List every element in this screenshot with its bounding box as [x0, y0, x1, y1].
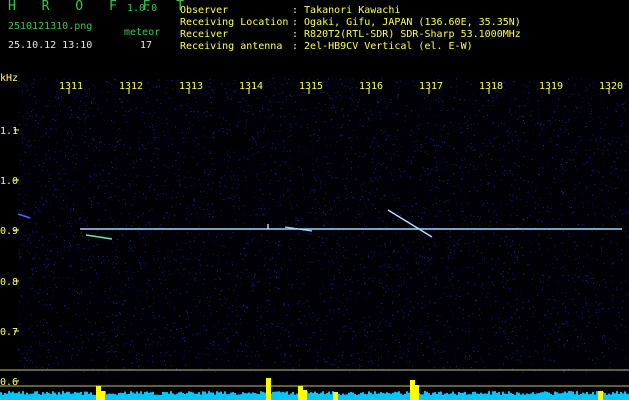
spectrum-peak [333, 392, 338, 400]
time-tick-label: 1311 [59, 81, 83, 92]
time-tick-label: 1316 [359, 81, 383, 92]
spectrum-peak [266, 378, 271, 400]
freq-tick-label: 1.0 [0, 176, 18, 187]
spectrum-peak [414, 385, 419, 400]
time-tick-label: 1312 [119, 81, 143, 92]
time-tick-label: 1317 [419, 81, 443, 92]
y-axis-unit: kHz [0, 73, 19, 84]
time-tick-label: 1319 [539, 81, 563, 92]
spectrogram: 1311 1312 1313 1314 1315 1316 1317 1318 1319 1320… [0, 78, 629, 400]
freq-tick-label: 0.8 [0, 277, 18, 288]
time-tick-label: 1313 [179, 81, 203, 92]
spectrum-peak [598, 391, 603, 400]
freq-tick-label: 0.6 [0, 377, 18, 388]
time-tick-label: 1314 [239, 81, 263, 92]
time-tick-label: 1320 [599, 81, 623, 92]
time-tick-label: 1315 [299, 81, 323, 92]
freq-tick-label: 0.9 [0, 226, 18, 237]
time-tick-label: 1318 [479, 81, 503, 92]
freq-tick-label: 1.1 [0, 126, 18, 137]
freq-tick-label: 0.7 [0, 327, 18, 338]
spectrum-peak [100, 391, 105, 400]
spectrum-peak [302, 390, 307, 400]
